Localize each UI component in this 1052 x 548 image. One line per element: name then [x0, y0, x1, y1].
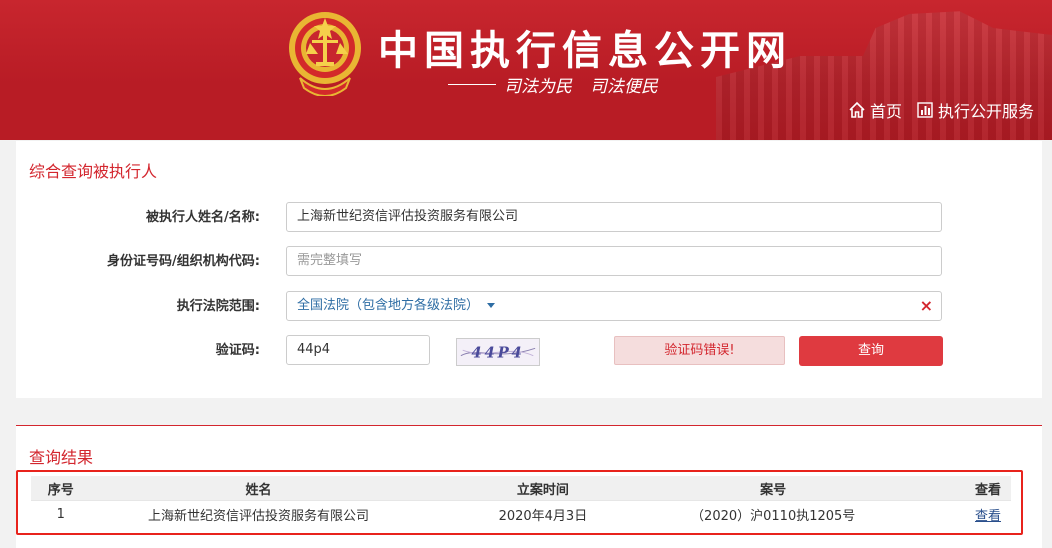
captcha-row: 验证码: 44p4 44P4 验证码错误! 查询: [16, 335, 1042, 367]
name-row: 被执行人姓名/名称: 上海新世纪资信评估投资服务有限公司: [16, 202, 1042, 234]
top-nav: 首页 执行公开服务: [848, 98, 1034, 122]
row-date: 2020年4月3日: [426, 500, 660, 527]
col-index: 序号: [31, 476, 91, 501]
site-slogan: 司法为民 司法便民: [448, 72, 676, 97]
captcha-image[interactable]: 44P4: [456, 338, 540, 366]
site-header: 中国执行信息公开网 司法为民 司法便民 首页 执行公开服务: [0, 0, 1052, 140]
captcha-label: 验证码:: [215, 343, 260, 358]
court-row: 执行法院范围: 全国法院（包含地方各级法院） ×: [16, 291, 1042, 323]
nav-enforcement-services[interactable]: 执行公开服务: [916, 98, 1034, 122]
court-emblem-icon: [289, 12, 361, 96]
row-view-cell: 查看: [887, 500, 1011, 527]
results-panel-title: 查询结果: [29, 448, 94, 467]
site-title: 中国执行信息公开网: [378, 27, 792, 74]
id-input[interactable]: 需完整填写: [286, 246, 942, 276]
row-name: 上海新世纪资信评估投资服务有限公司: [90, 500, 427, 527]
search-panel: 综合查询被执行人 被执行人姓名/名称: 上海新世纪资信评估投资服务有限公司 身份…: [16, 141, 1042, 398]
search-panel-title: 综合查询被执行人: [29, 162, 158, 181]
results-header-row: 序号 姓名 立案时间 案号 查看: [31, 476, 1011, 501]
col-view: 查看: [887, 476, 1011, 501]
court-select[interactable]: 全国法院（包含地方各级法院） ×: [286, 291, 942, 321]
name-label: 被执行人姓名/名称:: [146, 210, 260, 225]
clear-icon[interactable]: ×: [920, 292, 933, 320]
row-case-no: （2020）沪0110执1205号: [659, 500, 888, 527]
bar-chart-icon: [917, 102, 933, 118]
slogan-right: 司法便民: [590, 77, 658, 97]
slogan-line: [448, 84, 496, 85]
col-date: 立案时间: [426, 476, 660, 501]
id-label: 身份证号码/组织机构代码:: [107, 254, 260, 269]
captcha-error-message: 验证码错误!: [614, 336, 785, 365]
col-name: 姓名: [90, 476, 427, 501]
home-icon: [849, 101, 865, 118]
query-button[interactable]: 查询: [799, 336, 943, 366]
name-input[interactable]: 上海新世纪资信评估投资服务有限公司: [286, 202, 942, 232]
captcha-input[interactable]: 44p4: [286, 335, 430, 365]
view-link[interactable]: 查看: [975, 509, 1001, 524]
col-case-no: 案号: [659, 476, 888, 501]
row-index: 1: [31, 500, 91, 527]
nav-home-label: 首页: [869, 102, 902, 121]
court-label: 执行法院范围:: [176, 299, 260, 314]
id-row: 身份证号码/组织机构代码: 需完整填写: [16, 246, 1042, 278]
table-row: 1 上海新世纪资信评估投资服务有限公司 2020年4月3日 （2020）沪011…: [31, 500, 1011, 527]
results-panel: 查询结果 序号 姓名 立案时间 案号 查看 1 上海新世纪资信评估投资服务有限公…: [16, 425, 1042, 548]
nav-enforcement-label: 执行公开服务: [937, 102, 1034, 121]
captcha-image-text: 44P4: [471, 344, 524, 362]
caret-down-icon: [487, 303, 496, 308]
nav-home[interactable]: 首页: [848, 98, 902, 122]
results-table: 序号 姓名 立案时间 案号 查看 1 上海新世纪资信评估投资服务有限公司 202…: [31, 476, 1011, 527]
slogan-left: 司法为民: [504, 77, 572, 97]
court-select-value: 全国法院（包含地方各级法院）: [297, 298, 480, 313]
